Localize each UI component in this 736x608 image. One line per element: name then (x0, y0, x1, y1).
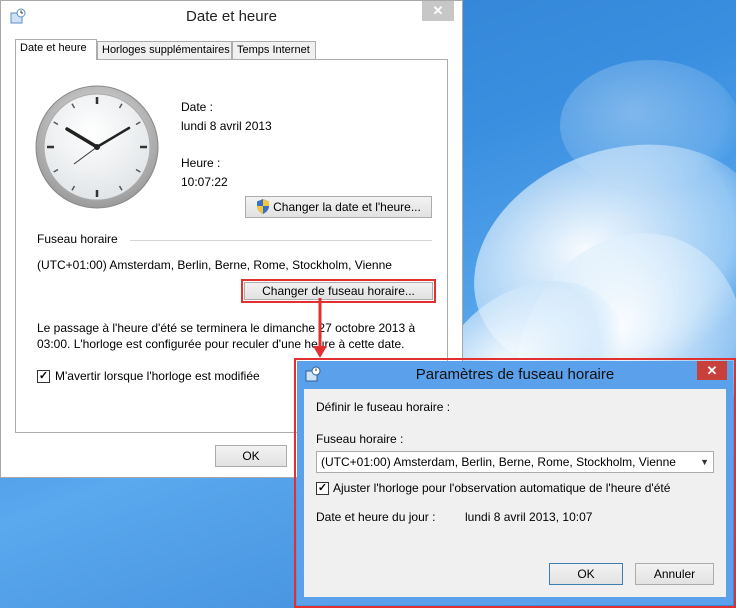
tab-temps-internet[interactable]: Temps Internet (232, 41, 316, 59)
dst-checkbox-label: Ajuster l'horloge pour l'observation aut… (333, 481, 671, 495)
group-divider (130, 240, 432, 241)
change-datetime-button[interactable]: Changer la date et l'heure... (245, 196, 432, 218)
timezone-group-label: Fuseau horaire (37, 232, 118, 246)
timezone-settings-dialog: Paramètres de fuseau horaire ✕ Définir l… (297, 361, 733, 605)
current-datetime-value: lundi 8 avril 2013, 10:07 (465, 510, 593, 524)
timezone-field-label: Fuseau horaire : (316, 432, 404, 446)
window-title: Date et heure (186, 8, 277, 25)
analog-clock (34, 84, 160, 213)
close-button[interactable]: ✕ (422, 1, 454, 21)
dialog-ok-button[interactable]: OK (549, 563, 623, 585)
change-datetime-label: Changer la date et l'heure... (273, 200, 421, 214)
notify-checkbox[interactable]: ✓ (37, 370, 50, 383)
uac-shield-icon (256, 199, 270, 220)
connector-arrow-icon (313, 298, 327, 358)
dialog-close-button[interactable]: ✕ (697, 361, 727, 380)
dialog-body: Définir le fuseau horaire : Fuseau horai… (304, 389, 726, 597)
time-value: 10:07:22 (181, 175, 228, 189)
ok-button[interactable]: OK (215, 445, 287, 467)
notify-checkbox-label: M'avertir lorsque l'horloge est modifiée (55, 369, 260, 383)
timezone-select[interactable]: (UTC+01:00) Amsterdam, Berlin, Berne, Ro… (316, 451, 714, 473)
dst-notice-line1: Le passage à l'heure d'été se terminera … (37, 321, 416, 335)
chevron-down-icon: ▼ (700, 457, 709, 467)
timezone-value: (UTC+01:00) Amsterdam, Berlin, Berne, Ro… (37, 258, 392, 272)
tab-date-heure[interactable]: Date et heure (15, 39, 97, 60)
time-label: Heure : (181, 156, 221, 170)
dst-checkbox[interactable]: ✓ (316, 482, 329, 495)
tab-horloges[interactable]: Horloges supplémentaires (97, 41, 232, 59)
change-timezone-button[interactable]: Changer de fuseau horaire... (244, 282, 433, 300)
dialog-heading: Définir le fuseau horaire : (316, 400, 451, 414)
dst-notice-line2: 03:00. L'horloge est configurée pour rec… (37, 337, 405, 351)
title-bar: Date et heure ✕ (1, 1, 462, 31)
dialog-cancel-button[interactable]: Annuler (635, 563, 714, 585)
current-datetime-label: Date et heure du jour : (316, 510, 436, 524)
date-label: Date : (181, 100, 214, 114)
timezone-select-value: (UTC+01:00) Amsterdam, Berlin, Berne, Ro… (321, 455, 676, 469)
date-value: lundi 8 avril 2013 (181, 119, 272, 133)
dialog-title: Paramètres de fuseau horaire (415, 366, 615, 383)
